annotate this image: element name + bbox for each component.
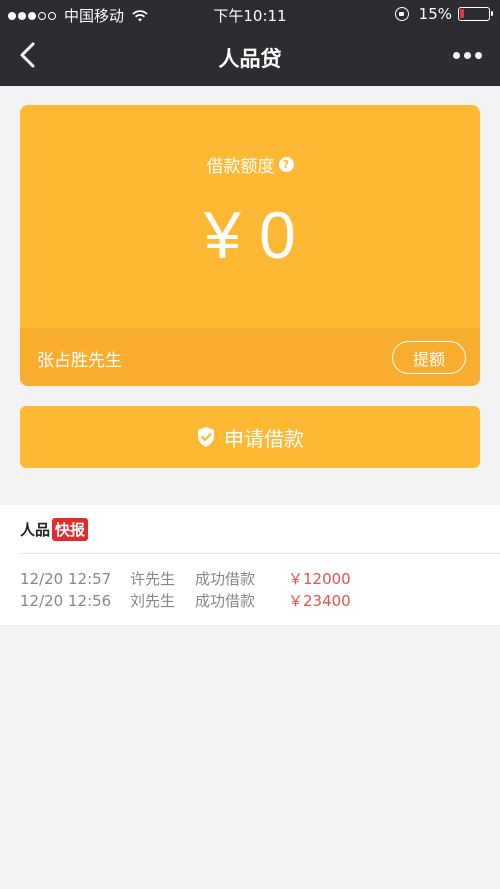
shield-check-icon [198, 427, 214, 447]
card-footer: 张占胜先生 提额 [20, 328, 480, 386]
apply-loan-button[interactable]: 申请借款 [20, 406, 480, 468]
news-name: 许先生 [130, 570, 176, 588]
more-icon[interactable] [449, 52, 482, 59]
question-icon[interactable]: ? [278, 157, 294, 172]
user-name: 张占胜先生 [37, 351, 122, 371]
news-time: 12/20 12:56 [20, 592, 112, 610]
credit-limit-label-row: 借款额度 ? [20, 152, 480, 177]
news-name: 刘先生 [130, 592, 176, 610]
list-item: 12/20 12:57 许先生 成功借款 ￥12000 [20, 568, 351, 590]
page-title: 人品贷 [218, 47, 282, 71]
news-divider [20, 553, 500, 554]
top-bar: 中国移动 下午10:11 15% 人品贷 [0, 0, 500, 86]
news-action: 成功借款 [195, 592, 256, 610]
news-title-prefix: 人品 [20, 521, 51, 539]
news-section: 人品 快报 12/20 12:57 许先生 成功借款 ￥12000 12/20 … [0, 505, 500, 625]
news-amount: ￥23400 [288, 592, 351, 610]
credit-limit-amount: ¥ 0 [204, 198, 296, 272]
news-header: 人品 快报 [20, 518, 89, 541]
news-amount: ￥12000 [288, 570, 351, 588]
battery-percent: 15% [418, 5, 452, 23]
list-item: 12/20 12:56 刘先生 成功借款 ￥23400 [20, 590, 351, 612]
news-title-badge: 快报 [52, 518, 89, 541]
news-list: 12/20 12:57 许先生 成功借款 ￥12000 12/20 12:56 … [20, 568, 351, 612]
battery-level [460, 9, 464, 18]
battery-icon [458, 7, 493, 21]
news-time: 12/20 12:57 [20, 570, 112, 588]
credit-limit-card: 借款额度 ? ¥ 0 张占胜先生 提额 [20, 105, 480, 386]
apply-loan-label: 申请借款 [224, 426, 304, 451]
status-bar: 中国移动 下午10:11 15% [0, 0, 500, 28]
news-action: 成功借款 [195, 570, 256, 588]
raise-limit-button[interactable]: 提额 [392, 341, 466, 374]
status-right: 15% [394, 5, 493, 23]
nav-bar: 人品贷 [0, 28, 500, 86]
orientation-lock-icon [394, 7, 409, 21]
credit-limit-label: 借款额度 [206, 157, 275, 177]
